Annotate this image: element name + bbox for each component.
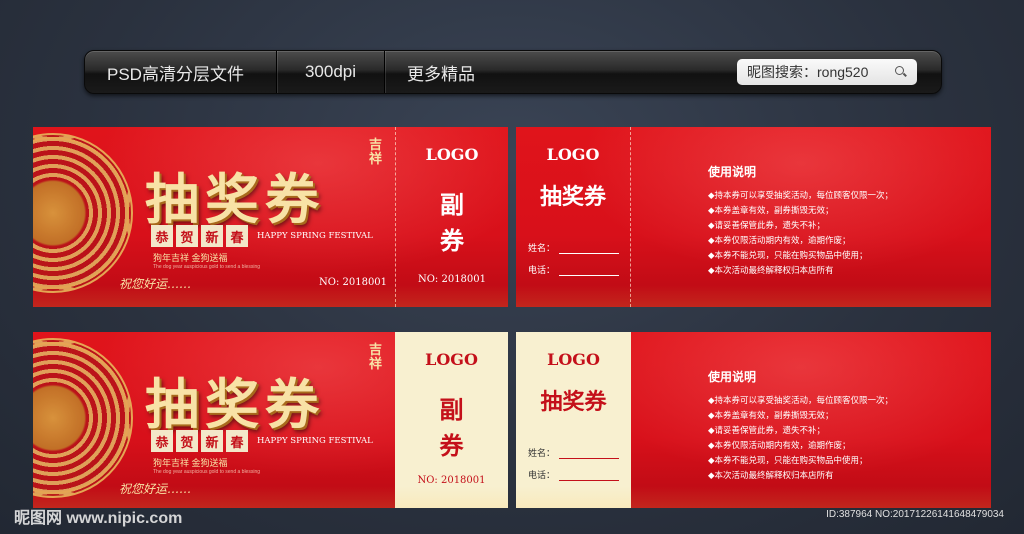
- search-box[interactable]: 昵图搜索：rong520: [737, 59, 917, 85]
- usage-rule: ◆本券仅限活动期内有效，逾期作废；: [708, 440, 851, 450]
- jixiang-mark: 吉祥: [369, 138, 383, 167]
- jixiang-mark: 吉祥: [369, 343, 383, 372]
- back-title: 抽奖券: [540, 389, 607, 415]
- phone-label: 电话：: [528, 265, 556, 275]
- back-stub: LOGO 抽奖券 姓名： 电话：: [516, 127, 631, 307]
- ticket-number: NO: 2018001: [319, 277, 388, 288]
- greeting-row: 恭 贺 新 春 HAPPY SPRING FESTIVAL: [151, 430, 373, 452]
- greeting-char: 贺: [176, 225, 198, 247]
- phone-field: 电话：: [528, 468, 620, 481]
- greeting-row: 恭 贺 新 春 HAPPY SPRING FESTIVAL: [151, 225, 373, 247]
- usage-rule: ◆请妥善保管此券，遗失不补；: [708, 220, 826, 230]
- usage-rule: ◆持本券可以享受抽奖活动，每位顾客仅限一次；: [708, 190, 894, 200]
- usage-rule: ◆请妥善保管此券，遗失不补；: [708, 425, 826, 435]
- ticket-stub: LOGO 副 券 NO: 2018001: [395, 127, 508, 307]
- back-logo: LOGO: [547, 350, 600, 369]
- happy-festival-text: HAPPY SPRING FESTIVAL: [257, 231, 373, 241]
- happy-festival-text: HAPPY SPRING FESTIVAL: [257, 436, 373, 446]
- name-label: 姓名：: [528, 448, 556, 458]
- search-text: 昵图搜索：rong520: [747, 64, 869, 80]
- tiny-english-text: The dog year auspicious gold to send a b…: [153, 264, 261, 270]
- usage-rule: ◆本券盖章有效，副券撕毁无效；: [708, 205, 834, 215]
- ticket-back-red: LOGO 抽奖券 姓名： 电话： 使用说明 ◆持本券可以享受抽奖活动，每位顾客仅…: [516, 127, 991, 307]
- name-field: 姓名：: [528, 446, 620, 459]
- usage-title: 使用说明: [708, 370, 757, 384]
- stub-label: 副 券: [396, 187, 508, 259]
- greeting-char: 贺: [176, 430, 198, 452]
- usage-rule: ◆本券仅限活动期内有效，逾期作废；: [708, 235, 851, 245]
- dog-seal-decoration: [33, 338, 133, 498]
- stub-number: NO: 2018001: [417, 274, 487, 285]
- back-logo: LOGO: [546, 145, 600, 164]
- toolbar-item-dpi[interactable]: 300dpi: [277, 51, 385, 93]
- greeting-char: 恭: [151, 225, 173, 247]
- site-watermark: 昵图网 www.nipic.com: [14, 510, 183, 527]
- stub-logo: LOGO: [425, 350, 478, 369]
- greeting-char: 新: [201, 225, 223, 247]
- good-luck-text: 祝您好运……: [119, 277, 192, 291]
- usage-rule: ◆本次活动最终解释权归本店所有: [708, 470, 834, 480]
- usage-rule: ◆持本券可以享受抽奖活动，每位顾客仅限一次；: [708, 395, 894, 405]
- stub-logo: LOGO: [425, 145, 479, 164]
- stub-quan: 券: [440, 226, 464, 255]
- greeting-char: 新: [201, 430, 223, 452]
- search-icon[interactable]: [895, 66, 907, 78]
- name-label: 姓名：: [528, 243, 556, 253]
- usage-rule: ◆本券不能兑现，只能在购买物品中使用；: [708, 250, 868, 260]
- tiny-english-text: The dog year auspicious gold to send a b…: [153, 469, 261, 475]
- stub-fu: 副: [439, 395, 464, 424]
- dog-seal-decoration: [33, 133, 133, 293]
- ticket-title: 抽奖券: [145, 372, 325, 436]
- toolbar-item-more[interactable]: 更多精品: [385, 51, 497, 93]
- stub-label: 副 券: [395, 392, 508, 464]
- ticket-front-red: 吉祥 抽奖券 恭 贺 新 春 HAPPY SPRING FESTIVAL 狗年吉…: [33, 127, 508, 307]
- image-id-text: ID:387964 NO:20171226141648479034: [826, 509, 1004, 520]
- phone-field: 电话：: [528, 263, 620, 276]
- ticket-stub-cream: LOGO 副 券 NO: 2018001: [395, 332, 508, 508]
- ticket-back-cream: LOGO 抽奖券 姓名： 电话： 使用说明 ◆持本券可以享受抽奖活动，每位顾客仅…: [516, 332, 991, 508]
- greeting-char: 春: [226, 225, 248, 247]
- blessing-text: 狗年吉祥 金狗送福: [153, 253, 228, 263]
- usage-rule: ◆本券盖章有效，副券撕毁无效；: [708, 410, 834, 420]
- usage-instructions: 使用说明 ◆持本券可以享受抽奖活动，每位顾客仅限一次； ◆本券盖章有效，副券撕毁…: [708, 368, 893, 483]
- stub-number: NO: 2018001: [417, 475, 486, 486]
- phone-label: 电话：: [528, 470, 556, 480]
- toolbar-item-psd[interactable]: PSD高清分层文件: [85, 51, 277, 93]
- greeting-char: 春: [226, 430, 248, 452]
- greeting-char: 恭: [151, 430, 173, 452]
- usage-instructions: 使用说明 ◆持本券可以享受抽奖活动，每位顾客仅限一次； ◆本券盖章有效，副券撕毁…: [708, 163, 893, 278]
- stub-quan: 券: [439, 431, 464, 460]
- good-luck-text: 祝您好运……: [119, 482, 192, 496]
- usage-title: 使用说明: [708, 165, 757, 179]
- toolbar: PSD高清分层文件 300dpi 更多精品 昵图搜索：rong520: [84, 50, 942, 94]
- ticket-front-cream: 吉祥 抽奖券 恭 贺 新 春 HAPPY SPRING FESTIVAL 狗年吉…: [33, 332, 508, 508]
- usage-rule: ◆本券不能兑现，只能在购买物品中使用；: [708, 455, 868, 465]
- back-title: 抽奖券: [539, 184, 606, 210]
- back-stub-cream: LOGO 抽奖券 姓名： 电话：: [516, 332, 631, 508]
- name-field: 姓名：: [528, 241, 620, 254]
- ticket-title: 抽奖券: [145, 167, 325, 231]
- blessing-text: 狗年吉祥 金狗送福: [153, 458, 228, 468]
- stub-fu: 副: [440, 190, 464, 219]
- usage-rule: ◆本次活动最终解释权归本店所有: [708, 265, 834, 275]
